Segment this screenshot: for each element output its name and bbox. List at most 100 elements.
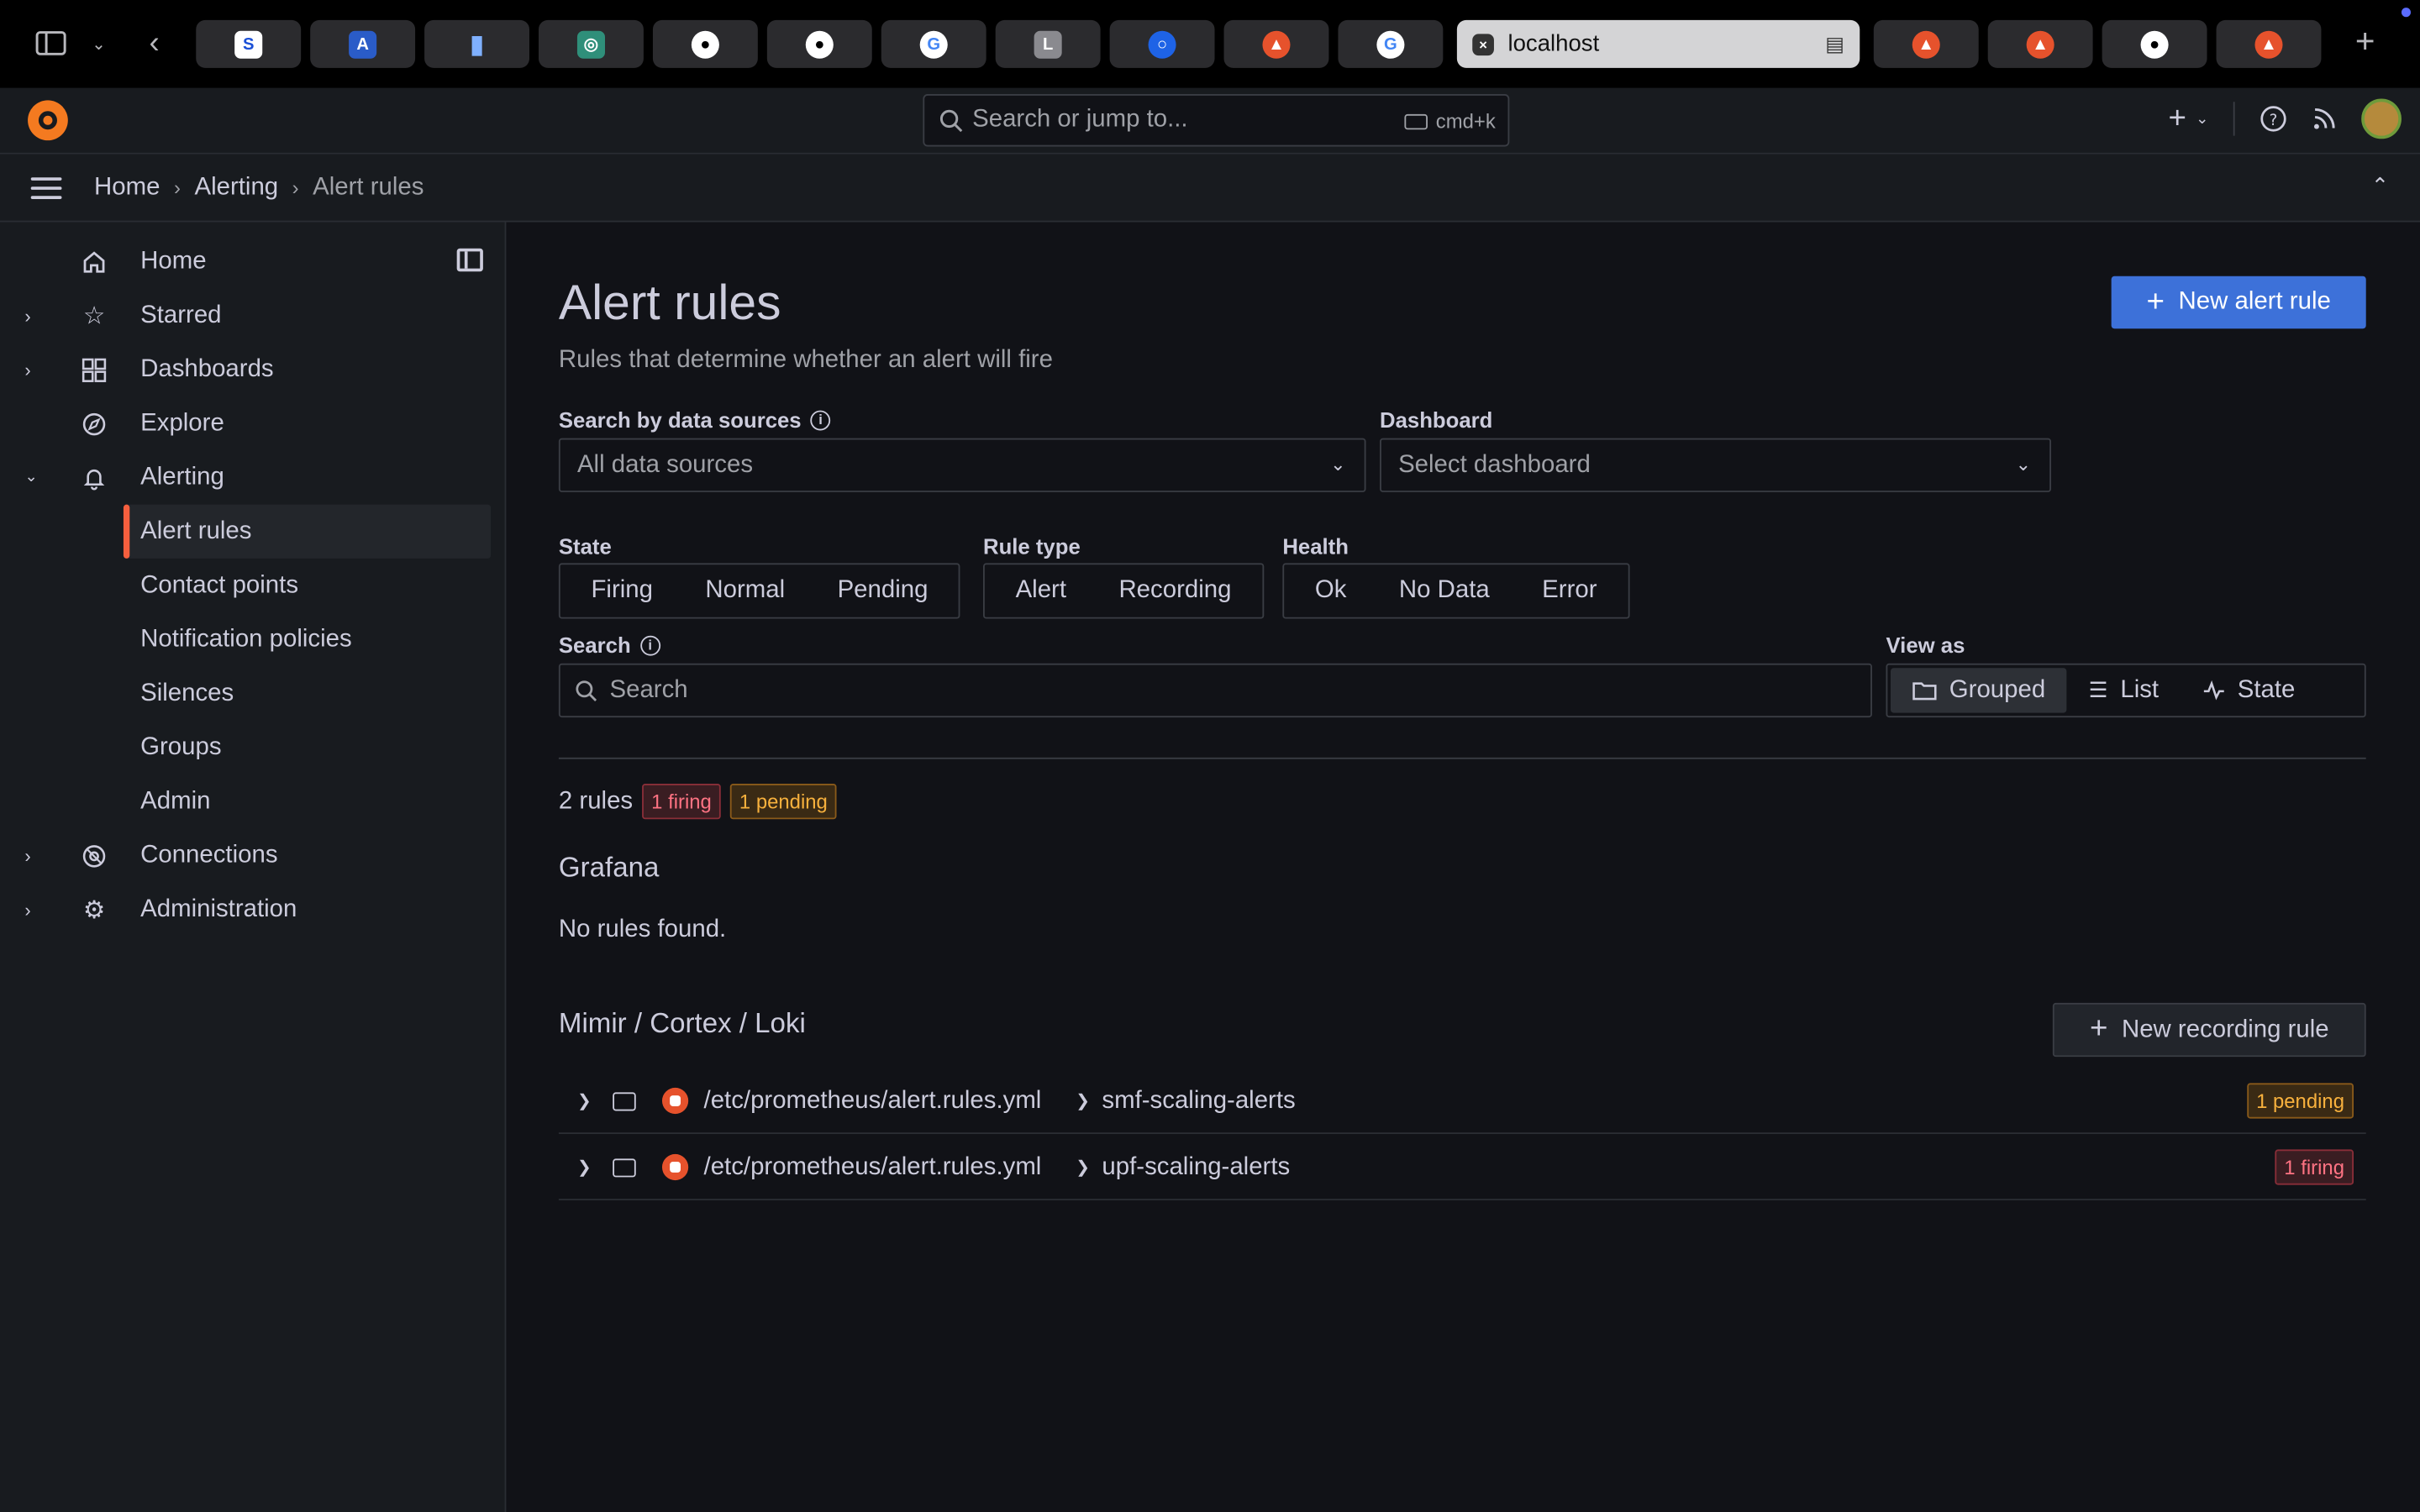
rule-group-row[interactable]: ❯ /etc/prometheus/alert.rules.yml ❯ smf-… [558,1069,2366,1135]
sidebar-item-home[interactable]: Home [0,234,506,288]
grafana-logo-icon[interactable] [28,100,68,141]
chevron-down-icon[interactable]: ⌄ [77,22,120,65]
reader-icon[interactable]: ▤ [1825,33,1844,57]
breadcrumb: Home › Alerting › Alert rules [94,174,424,202]
view-option-state[interactable]: State [2181,668,2317,712]
dashboards-icon [81,355,108,383]
rule-type-option-alert[interactable]: Alert [985,564,1092,617]
browser-tab[interactable]: S [196,19,302,68]
browser-tab-bar: ⌄ ‹ S A ▮ ◎ ● ● G L ○ ▲ G × localhost ▤ … [0,0,2420,88]
browser-tab-active[interactable]: × localhost ▤ [1456,19,1860,68]
chevron-right-icon[interactable]: › [24,899,30,921]
sidebar-item-label: Home [140,247,207,275]
view-option-list[interactable]: ☰ List [2067,668,2181,712]
sidebar-item-alert-rules[interactable]: Alert rules [123,504,492,559]
view-option-grouped[interactable]: Grouped [1891,668,2067,713]
browser-tab[interactable]: L [995,19,1101,68]
sidebar: Home › ☆ Starred › Dashboards Explore ⌄ … [0,222,507,1512]
sidebar-item-label: Contact points [140,571,299,598]
google-icon: G [919,29,948,58]
datasource-select[interactable]: All data sources ⌄ [558,438,1366,492]
sidebar-item-label: Groups [140,733,222,760]
localhost-favicon: × [1472,33,1494,55]
info-icon[interactable]: i [639,634,660,655]
chart-tab-icon: ▮ [470,31,484,58]
dashboard-select[interactable]: Select dashboard ⌄ [1380,438,2052,492]
empty-state-text: No rules found. [558,916,727,943]
sidebar-item-silences[interactable]: Silences [0,666,506,720]
dashboard-filter-label: Dashboard [1380,407,1492,432]
sidebar-item-connections[interactable]: › Connections [0,828,506,882]
search-icon [576,680,597,701]
sidebar-toggle-icon[interactable] [29,22,72,65]
breadcrumb-home[interactable]: Home [94,174,160,202]
add-icon[interactable]: + ⌄ [2168,101,2208,136]
browser-tab[interactable]: ▮ [424,19,530,68]
new-tab-icon[interactable]: + [2355,22,2375,62]
browser-tab[interactable]: ○ [1109,19,1215,68]
dashboard-label-text: Dashboard [1380,407,1493,433]
health-filter: Ok No Data Error [1282,563,1630,619]
health-option-error[interactable]: Error [1516,564,1628,617]
avatar[interactable] [2361,98,2402,139]
sidebar-item-explore[interactable]: Explore [0,396,506,450]
chevron-down-icon: ⌄ [2195,110,2209,128]
rules-search-input[interactable]: Search [558,663,1872,718]
box-tab-icon: ◎ [576,29,606,58]
rule-type-option-recording[interactable]: Recording [1092,564,1262,617]
state-option-firing[interactable]: Firing [560,564,679,617]
browser-tab[interactable]: ▲ [2216,19,2322,68]
sidebar-item-dashboards[interactable]: › Dashboards [0,343,506,396]
health-option-ok[interactable]: Ok [1284,564,1373,617]
chevron-right-icon[interactable]: › [24,359,30,381]
chevron-up-icon[interactable]: ⌃ [2371,173,2390,199]
page-title: Alert rules [558,274,781,331]
google-icon: G [1376,29,1405,58]
chevron-right-icon[interactable]: ❯ [577,1091,592,1110]
new-alert-rule-button[interactable]: + New alert rule [2111,276,2366,329]
browser-tab[interactable]: ▲ [1873,19,1979,68]
breadcrumb-alerting[interactable]: Alerting [194,174,278,202]
chevron-down-icon[interactable]: ⌄ [24,469,37,486]
browser-tab[interactable]: A [310,19,416,68]
menu-icon[interactable] [30,176,62,199]
browser-tab[interactable]: ▲ [1987,19,2093,68]
help-icon[interactable]: ? [2260,105,2287,133]
state-option-pending[interactable]: Pending [811,564,959,617]
sidebar-item-alerting[interactable]: ⌄ Alerting [0,450,506,504]
state-option-normal[interactable]: Normal [679,564,811,617]
sidebar-item-admin[interactable]: Admin [0,774,506,828]
browser-tab[interactable]: ● [766,19,872,68]
sidebar-item-notification-policies[interactable]: Notification policies [0,612,506,666]
github-icon: ● [2140,29,2169,58]
prometheus-icon [661,1153,689,1181]
health-option-no-data[interactable]: No Data [1373,564,1516,617]
view-option-label: State [2237,676,2296,703]
browser-tab[interactable]: ▲ [1223,19,1329,68]
browser-tab[interactable]: ● [652,19,758,68]
as-tab-icon: A [349,29,377,58]
github-icon: ● [805,29,834,58]
chevron-right-icon[interactable]: › [24,305,30,327]
view-option-label: Grouped [1949,676,2046,703]
browser-tab[interactable]: ● [2102,19,2207,68]
rule-group-row[interactable]: ❯ /etc/prometheus/alert.rules.yml ❯ upf-… [558,1136,2366,1200]
sidebar-item-label: Alerting [140,463,224,491]
sidebar-item-label: Notification policies [140,625,352,653]
search-input[interactable]: Search or jump to... cmd+k [923,94,1510,147]
chevron-right-icon[interactable]: ❯ [577,1158,592,1177]
chevron-right-icon[interactable]: › [24,845,30,867]
rule-group-name: smf-scaling-alerts [1102,1086,1296,1114]
sidebar-item-administration[interactable]: › ⚙ Administration [0,883,506,937]
sidebar-item-contact-points[interactable]: Contact points [0,559,506,612]
new-recording-rule-button[interactable]: + New recording rule [2052,1002,2366,1058]
sidebar-item-starred[interactable]: › ☆ Starred [0,288,506,342]
news-feed-icon[interactable] [2312,107,2336,131]
info-icon[interactable]: i [810,409,831,430]
browser-tab[interactable]: ◎ [539,19,644,68]
browser-tab[interactable]: G [881,19,986,68]
rule-namespace: /etc/prometheus/alert.rules.yml [703,1152,1042,1180]
back-icon[interactable]: ‹ [133,22,176,65]
sidebar-item-groups[interactable]: Groups [0,721,506,774]
browser-tab[interactable]: G [1338,19,1444,68]
